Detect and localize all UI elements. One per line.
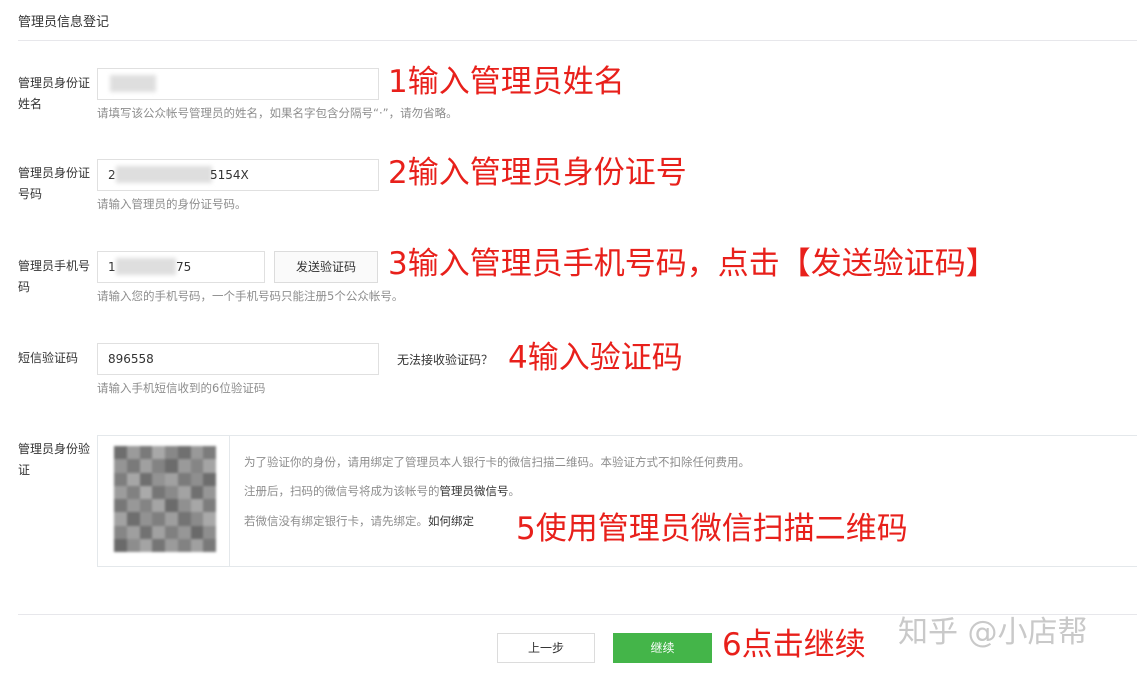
phone-redaction bbox=[116, 258, 176, 275]
name-hint: 请填写该公众帐号管理员的姓名，如果名字包含分隔号“·”，请勿省略。 bbox=[97, 106, 458, 120]
phone-value-end: 75 bbox=[176, 260, 192, 274]
annotation-step6: 6点击继续 bbox=[722, 627, 866, 663]
annotation-step4: 4输入验证码 bbox=[508, 340, 683, 376]
admin-wechat-emphasis: 管理员微信号 bbox=[439, 484, 509, 498]
page-title: 管理员信息登记 bbox=[18, 15, 110, 30]
continue-button[interactable]: 继续 bbox=[613, 633, 712, 663]
id-value-end: 5154X bbox=[210, 168, 249, 182]
name-label: 管理员身份证姓名 bbox=[18, 76, 91, 111]
verify-divider bbox=[229, 436, 230, 566]
sms-code-value: 896558 bbox=[108, 352, 154, 366]
phone-hint: 请输入您的手机号码，一个手机号码只能注册5个公众帐号。 bbox=[97, 289, 404, 303]
verify-info-line3-prefix: 若微信没有绑定银行卡，请先绑定。 bbox=[244, 514, 428, 528]
phone-value-start: 1 bbox=[108, 260, 116, 274]
send-code-button[interactable]: 发送验证码 bbox=[274, 251, 378, 283]
sms-label: 短信验证码 bbox=[18, 351, 79, 365]
watermark: 知乎 @小店帮 bbox=[898, 615, 1088, 650]
sms-hint: 请输入手机短信收到的6位验证码 bbox=[97, 381, 266, 395]
sms-code-input[interactable]: 896558 bbox=[97, 343, 379, 375]
how-to-bind-link[interactable]: 如何绑定 bbox=[428, 514, 474, 528]
verify-info-line1: 为了验证你的身份，请用绑定了管理员本人银行卡的微信扫描二维码。本验证方式不扣除任… bbox=[244, 455, 750, 469]
phone-label: 管理员手机号码 bbox=[18, 259, 91, 294]
top-divider bbox=[18, 40, 1137, 41]
id-redaction bbox=[116, 166, 212, 183]
verify-info-line2: 注册后，扫码的微信号将成为该帐号的管理员微信号。 bbox=[244, 483, 520, 499]
previous-step-button[interactable]: 上一步 bbox=[497, 633, 595, 663]
qr-code[interactable] bbox=[114, 446, 216, 552]
name-redaction bbox=[110, 75, 156, 92]
verify-info-line3: 若微信没有绑定银行卡，请先绑定。如何绑定 bbox=[244, 513, 474, 529]
annotation-step2: 2输入管理员身份证号 bbox=[388, 155, 687, 191]
id-value-start: 2 bbox=[108, 168, 116, 182]
annotation-step5: 5使用管理员微信扫描二维码 bbox=[516, 511, 908, 547]
verify-info-line2-suffix: 。 bbox=[508, 484, 521, 498]
verify-info-line2-prefix: 注册后，扫码的微信号将成为该帐号的 bbox=[244, 484, 440, 498]
annotation-step3: 3输入管理员手机号码，点击【发送验证码】 bbox=[388, 246, 997, 282]
id-label: 管理员身份证号码 bbox=[18, 166, 91, 201]
annotation-step1: 1输入管理员姓名 bbox=[388, 64, 625, 100]
verify-label: 管理员身份验证 bbox=[18, 442, 91, 477]
cannot-receive-link[interactable]: 无法接收验证码？ bbox=[397, 351, 493, 368]
id-hint: 请输入管理员的身份证号码。 bbox=[97, 197, 247, 211]
